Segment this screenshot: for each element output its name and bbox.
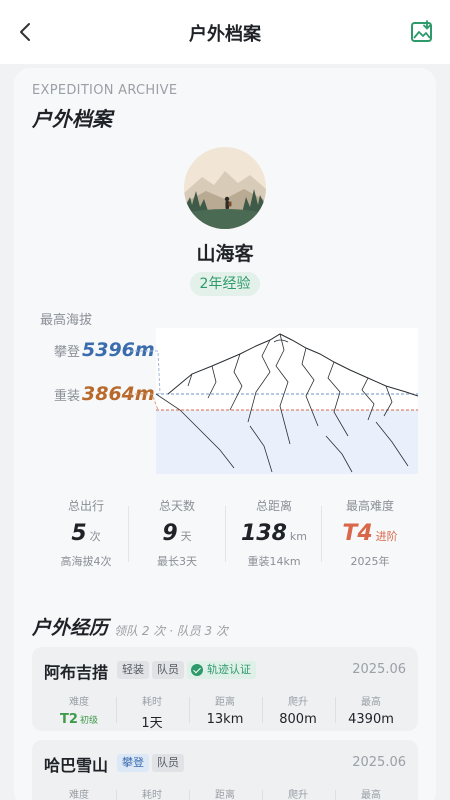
- max-altitude-label: 最高海拔: [40, 313, 93, 328]
- avatar: [184, 147, 266, 229]
- trip-difficulty: 难度T4进阶: [69, 790, 89, 800]
- tag-climb: 攀登: [117, 754, 149, 772]
- stat-total-days: 总天数 9天 最长3天: [157, 499, 197, 568]
- archive-section-title: 户外档案: [32, 103, 118, 132]
- experience-summary: 领队 2 次 · 队员 3 次: [114, 624, 228, 638]
- tag-track-verified: 轨迹认证: [187, 661, 256, 679]
- stat-total-distance: 总距离 138 km 重装14km: [240, 499, 308, 568]
- trip-distance: 距离 13km: [206, 697, 244, 727]
- stat-max-difficulty: 最高难度 T4 进阶 2025年: [342, 499, 398, 568]
- experience-section-title: 户外经历: [32, 613, 115, 640]
- page-title: 户外档案: [189, 24, 261, 45]
- trip-name: 哈巴雪山: [44, 756, 109, 775]
- stat-total-trips: 总出行 5次 高海拔4次: [60, 499, 112, 568]
- trip-date: 2025.06: [352, 755, 406, 770]
- trip-card-habaxueshan[interactable]: 哈巴雪山 攀登 队员 2025.06 难度T4进阶 耗时3天 距离23km 爬升…: [32, 740, 418, 800]
- trip-duration: 耗时 1天: [141, 697, 163, 731]
- trip-difficulty: 难度 T2 初级: [60, 697, 98, 727]
- top-bar: 户外档案: [0, 0, 450, 64]
- tag-member: 队员: [152, 661, 184, 679]
- tag-member: 队员: [152, 754, 184, 772]
- trip-max-altitude: 最高 4390m: [348, 697, 394, 727]
- heavy-label: 重装: [54, 389, 81, 404]
- trip-card-abujicuo[interactable]: 阿布吉措 轻装 队员 轨迹认证 2025.06 难度 T2 初级 耗时 1天 距离 13…: [32, 647, 418, 731]
- trip-max-altitude: 最高5396m: [361, 790, 381, 800]
- check-circle-icon: [191, 664, 203, 676]
- image-download-icon[interactable]: [408, 18, 436, 46]
- eyebrow-text: EXPEDITION ARCHIVE: [32, 83, 178, 98]
- experience-badge: 2年经验: [190, 272, 260, 296]
- trip-date: 2025.06: [352, 662, 406, 677]
- trip-name: 阿布吉措: [44, 663, 109, 682]
- trip-distance: 距离23km: [215, 790, 235, 800]
- mountain-illustration: [130, 328, 419, 474]
- nickname: 山海客: [196, 243, 254, 265]
- trip-ascent: 爬升2700m: [288, 790, 308, 800]
- tag-light: 轻装: [117, 661, 149, 679]
- trip-duration: 耗时3天: [142, 790, 162, 800]
- climb-label: 攀登: [54, 345, 81, 360]
- trip-ascent: 爬升 800m: [279, 697, 317, 727]
